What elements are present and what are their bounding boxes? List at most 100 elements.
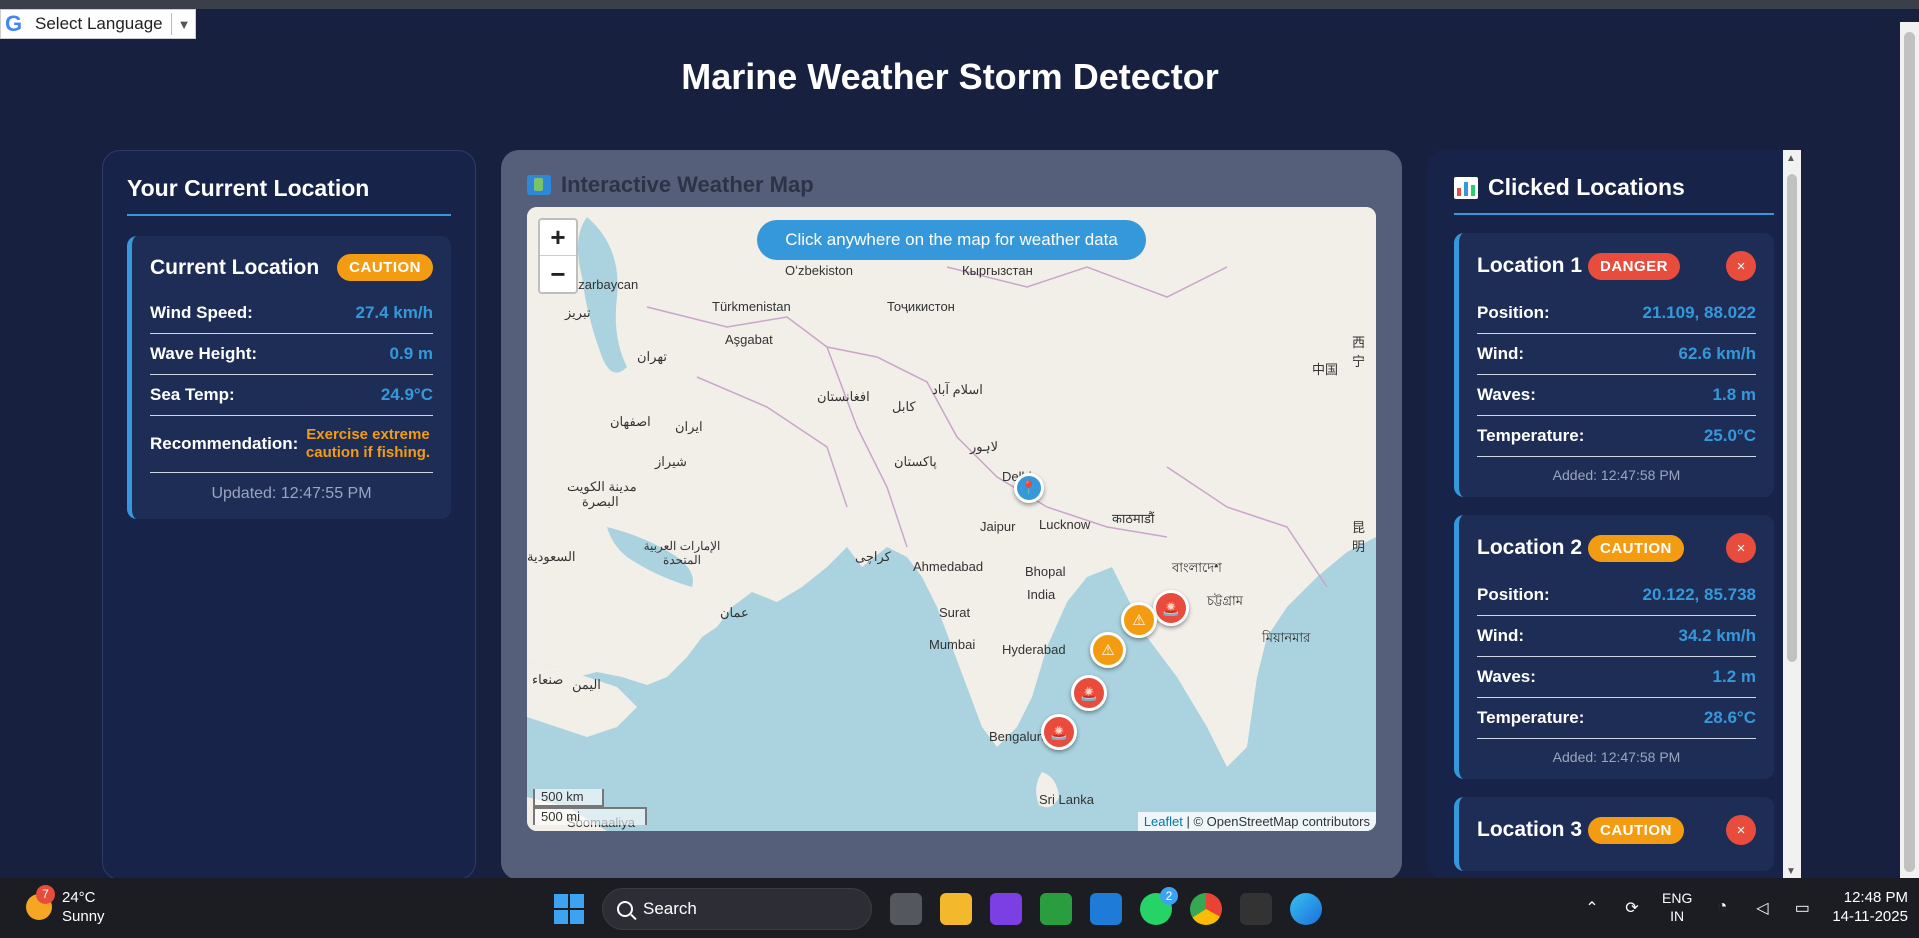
edge-icon[interactable] [1290, 893, 1322, 925]
row-label: Recommendation: [150, 434, 299, 453]
system-tray: ⌃ ⟳ ENG IN ◔ ◁ ▭ 12:48 PM 14-11-2025 [1582, 888, 1908, 926]
map-label: Ahmedabad [913, 559, 984, 574]
card-title: Location 1 [1477, 254, 1583, 277]
chrome-icon[interactable] [1190, 893, 1222, 925]
map-label: চট্টগ্রাম [1207, 593, 1243, 608]
clicked-location-card: Location 1 DANGER × Position: 21.109, 88… [1454, 233, 1774, 497]
added-timestamp: Added: 12:47:58 PM [1552, 749, 1681, 765]
scroll-up-icon[interactable]: ▲ [1786, 153, 1796, 164]
taskbar: 7 24°C Sunny Search 2 ⌃ ⟳ ENG IN ◔ ◁ ▭ 1… [0, 878, 1919, 938]
updated-timestamp: Updated: 12:47:55 PM [211, 485, 372, 502]
windows-start-icon[interactable] [554, 894, 584, 924]
row-label: Temperature: [1477, 426, 1585, 445]
clock-date: 14-11-2025 [1832, 908, 1908, 925]
row-label: Position: [1477, 585, 1550, 604]
world-map-icon [527, 175, 551, 195]
scroll-thumb[interactable] [1787, 174, 1797, 662]
map-label: پاکستان [894, 454, 937, 469]
card-title: Current Location [150, 255, 320, 279]
row-label: Temperature: [1477, 708, 1585, 727]
zoom-control: + − [538, 218, 578, 294]
map-heading-text: Interactive Weather Map [561, 172, 814, 197]
map-label: Jaipur [980, 519, 1016, 534]
photos-app-icon[interactable] [990, 893, 1022, 925]
map-instruction-banner: Click anywhere on the map for weather da… [757, 220, 1146, 260]
danger-marker-siren-icon[interactable]: 🚨 [1071, 675, 1107, 711]
row-label: Position: [1477, 303, 1550, 322]
chevron-up-icon[interactable]: ⌃ [1582, 898, 1602, 917]
map-label: ایران [675, 419, 703, 434]
row-value: 62.6 km/h [1678, 344, 1757, 363]
search-icon [617, 901, 633, 917]
wind-row: Wind: 34.2 km/h [1477, 616, 1756, 657]
whatsapp-icon[interactable]: 2 [1140, 887, 1178, 925]
app-icon[interactable] [1240, 893, 1272, 925]
row-value: 20.122, 85.738 [1642, 585, 1756, 604]
remove-location-button[interactable]: × [1726, 533, 1756, 563]
row-label: Waves: [1477, 667, 1536, 686]
map-label: شیراز [655, 454, 687, 469]
map-label: azarbaycan [571, 277, 639, 292]
zoom-in-button[interactable]: + [540, 220, 576, 256]
wave-height-row: Wave Height: 0.9 m [150, 334, 433, 375]
map-label: Sri Lanka [1039, 792, 1094, 807]
page-scroll-thumb[interactable] [1904, 32, 1915, 872]
taskbar-search[interactable]: Search [602, 888, 872, 930]
dropdown-arrow-icon[interactable]: ▼ [178, 17, 191, 32]
map-label: 西宁 [1352, 335, 1366, 369]
file-explorer-icon[interactable] [940, 893, 972, 925]
row-value: 21.109, 88.022 [1642, 303, 1756, 322]
map-label: افغانستان [817, 389, 870, 404]
map-label: کابل [892, 399, 916, 414]
input-language[interactable]: ENG IN [1662, 889, 1692, 925]
map-label: বাংলাদেশ [1172, 560, 1222, 575]
select-language-widget[interactable]: G Select Language ▼ [0, 9, 196, 39]
leaflet-link[interactable]: Leaflet [1144, 814, 1183, 829]
notification-badge: 7 [36, 885, 55, 904]
row-value: 1.8 m [1712, 385, 1756, 404]
temperature-row: Temperature: 25.0°C [1477, 416, 1756, 457]
weather-widget[interactable]: 7 24°C Sunny [26, 885, 105, 926]
map-label: India [1027, 587, 1056, 602]
task-view-icon[interactable] [890, 893, 922, 925]
map-label: 昆明 [1352, 520, 1366, 554]
clicked-locations-scrollbar[interactable]: ▲ ▼ [1783, 150, 1801, 880]
map-label: Surat [939, 605, 971, 620]
store-app-icon[interactable] [1090, 893, 1122, 925]
remove-location-button[interactable]: × [1726, 815, 1756, 845]
card-title: Location 3 [1477, 818, 1583, 841]
recommendation-row: Recommendation: Exercise extreme caution… [150, 416, 433, 473]
xbox-icon[interactable] [1040, 893, 1072, 925]
zoom-out-button[interactable]: − [540, 256, 576, 292]
weather-condition: Sunny [62, 908, 105, 925]
map-label: Aşgabat [725, 332, 773, 347]
status-badge: CAUTION [337, 254, 433, 281]
clock[interactable]: 12:48 PM 14-11-2025 [1832, 888, 1908, 926]
battery-icon[interactable]: ▭ [1792, 898, 1812, 917]
weather-map[interactable]: Türkmenistan Aşgabat Oʻzbekiston Кыргызс… [527, 207, 1376, 831]
wifi-icon[interactable]: ◔ [1712, 898, 1732, 916]
sun-icon: 7 [26, 885, 55, 920]
map-label: Тоҷикистон [887, 299, 955, 314]
sync-icon[interactable]: ⟳ [1622, 898, 1642, 917]
map-panel: Interactive Weather Map Türkmenistan Aşg… [501, 150, 1402, 880]
waves-row: Waves: 1.8 m [1477, 375, 1756, 416]
page-scrollbar[interactable] [1900, 22, 1919, 878]
status-badge: CAUTION [1588, 816, 1684, 844]
lang-line1: ENG [1662, 890, 1693, 906]
danger-marker-siren-icon[interactable]: 🚨 [1153, 590, 1189, 626]
browser-top-strip [0, 0, 1919, 9]
caution-marker-warning-icon[interactable]: ⚠ [1121, 602, 1157, 638]
map-label: لاہور [970, 439, 999, 454]
row-value: 24.9°C [380, 385, 433, 404]
attribution-text: | © OpenStreetMap contributors [1186, 814, 1371, 829]
caution-marker-warning-icon[interactable]: ⚠ [1090, 632, 1126, 668]
volume-muted-icon[interactable]: ◁ [1752, 898, 1772, 917]
map-label: عمان [720, 605, 749, 620]
clicked-locations-panel: Clicked Locations Location 1 DANGER × Po… [1427, 150, 1801, 880]
current-location-pin-icon[interactable]: 📍 [1014, 473, 1044, 503]
scroll-down-icon[interactable]: ▼ [1786, 866, 1796, 877]
danger-marker-siren-icon[interactable]: 🚨 [1041, 714, 1077, 750]
remove-location-button[interactable]: × [1726, 251, 1756, 281]
map-label: Lucknow [1039, 517, 1091, 532]
